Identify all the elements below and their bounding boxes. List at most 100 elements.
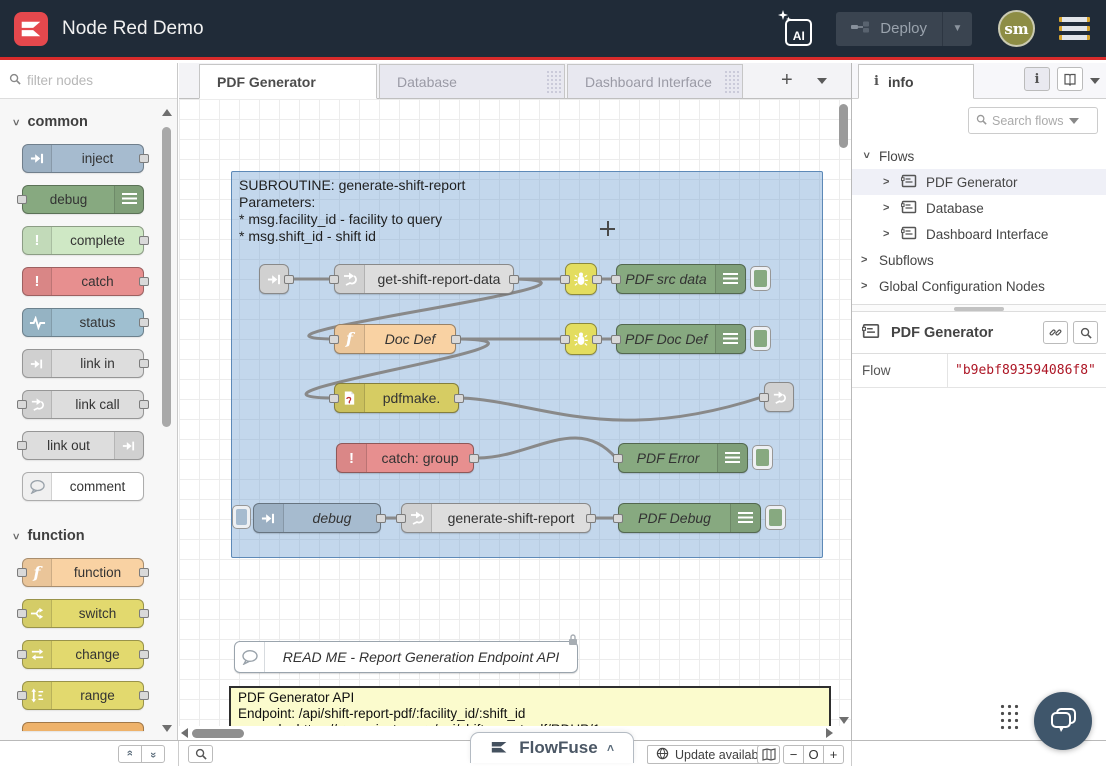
node-pdf-error[interactable]: PDF Error	[618, 443, 748, 473]
node-inject-debug[interactable]: debug	[253, 503, 381, 533]
node-generate-shift-report[interactable]: generate-shift-report	[401, 503, 591, 533]
header: Node Red Demo AI Deploy ▼ sm	[0, 0, 1106, 60]
chevron-right-icon: >	[883, 228, 892, 240]
crosshair-cursor	[600, 221, 615, 236]
palette-node-catch[interactable]: ! catch	[22, 267, 144, 296]
palette-node-link-out[interactable]: link out	[22, 431, 144, 460]
tree-item-subflows[interactable]: > Subflows	[852, 247, 1106, 273]
flow-search-box[interactable]	[968, 107, 1098, 134]
palette-filter	[0, 63, 177, 99]
palette-node-inject[interactable]: inject	[22, 144, 144, 173]
tab-dashboard-interface[interactable]: Dashboard Interface	[567, 64, 743, 99]
debug-toggle-button[interactable]	[750, 326, 771, 351]
node-pdf-src-data[interactable]: PDF src data	[616, 264, 746, 294]
debug-toggle-button[interactable]	[750, 266, 771, 291]
palette-node-template-partial[interactable]	[22, 722, 144, 731]
zoom-search-button[interactable]	[188, 745, 213, 763]
api-note-group[interactable]: PDF Generator API Endpoint: /api/shift-r…	[229, 686, 831, 726]
chevron-right-icon: >	[861, 280, 870, 292]
palette-expand-all-button[interactable]: »	[141, 745, 165, 763]
horizontal-scrollbar-thumb[interactable]	[192, 729, 244, 738]
tab-list-caret[interactable]	[817, 72, 827, 87]
palette-node-switch[interactable]: switch	[22, 599, 144, 628]
node-comment-readme[interactable]: READ ME - Report Generation Endpoint API	[234, 641, 578, 673]
chat-widget-button[interactable]	[1034, 692, 1092, 750]
info-view-button[interactable]: i	[1024, 67, 1050, 91]
copy-link-button[interactable]	[1043, 321, 1068, 344]
search-flow-button[interactable]	[1073, 321, 1098, 344]
search-icon	[9, 73, 21, 88]
tree-item-flows[interactable]: > Flows	[852, 143, 1106, 169]
palette-node-complete[interactable]: ! complete	[22, 226, 144, 255]
main-menu-button[interactable]	[1057, 13, 1092, 44]
palette-section-common[interactable]: > common	[0, 99, 177, 144]
sidebar-options-caret[interactable]	[1090, 72, 1100, 87]
palette-node-comment[interactable]: comment	[22, 472, 144, 501]
tree-item-pdf-generator[interactable]: > PDF Generator	[852, 169, 1106, 195]
inject-icon	[23, 145, 52, 172]
palette-node-link-call[interactable]: link call	[22, 390, 144, 419]
deploy-button[interactable]: Deploy ▼	[836, 12, 972, 46]
link-in-icon	[23, 350, 52, 377]
pulse-icon	[23, 309, 52, 336]
sidebar-splitter[interactable]	[852, 304, 1106, 312]
flowfuse-panel-tab[interactable]: FlowFuse >	[470, 732, 634, 763]
node-pdfmake[interactable]: pdfmake.	[334, 383, 459, 413]
link-call-icon	[402, 504, 432, 532]
palette-filter-input[interactable]	[27, 73, 168, 88]
node-link-in[interactable]	[259, 264, 289, 294]
flow-search-input[interactable]	[992, 114, 1064, 128]
search-options-caret[interactable]	[1069, 118, 1079, 124]
user-avatar[interactable]: sm	[998, 10, 1035, 47]
debug-lines-icon	[730, 504, 760, 532]
tab-info[interactable]: i info	[858, 64, 974, 99]
tree-item-global-configuration-nodes[interactable]: > Global Configuration Nodes	[852, 273, 1106, 299]
inject-button[interactable]	[232, 505, 251, 529]
zoom-reset-button[interactable]: O	[803, 745, 824, 764]
tab-pdf-generator[interactable]: PDF Generator	[199, 64, 377, 99]
palette-node-function[interactable]: f function	[22, 558, 144, 587]
node-pdf-debug[interactable]: PDF Debug	[618, 503, 761, 533]
deploy-options-caret[interactable]: ▼	[942, 12, 972, 46]
navigator-map-button[interactable]	[757, 745, 780, 764]
vertical-scrollbar-thumb[interactable]	[839, 104, 848, 148]
palette-scrollbar-thumb[interactable]	[162, 127, 171, 427]
chevron-right-icon: >	[883, 202, 892, 214]
node-trace-junction-2[interactable]	[565, 323, 597, 355]
chevron-right-icon: >	[861, 254, 870, 266]
lock-icon	[567, 633, 579, 649]
palette-node-status[interactable]: status	[22, 308, 144, 337]
flow-canvas[interactable]: SUBROUTINE: generate-shift-report Parame…	[179, 99, 851, 726]
palette-node-range[interactable]: range	[22, 681, 144, 710]
zoom-in-button[interactable]: +	[823, 745, 844, 764]
help-book-button[interactable]	[1057, 67, 1083, 91]
node-link-out[interactable]	[764, 382, 794, 412]
node-trace-junction-1[interactable]	[565, 263, 597, 295]
node-pdf-doc-def[interactable]: PDF Doc Def	[616, 324, 746, 354]
add-flow-button[interactable]: +	[781, 70, 793, 90]
wire[interactable]	[478, 438, 616, 458]
palette-collapse-all-button[interactable]: »	[118, 745, 142, 763]
node-doc-def[interactable]: f Doc Def	[334, 324, 456, 354]
widget-drag-handle[interactable]	[999, 703, 1020, 732]
switch-icon	[23, 600, 52, 627]
wire[interactable]	[461, 397, 762, 420]
tab-database[interactable]: Database	[379, 64, 565, 99]
palette-scrollbar[interactable]	[162, 103, 172, 734]
canvas-vertical-scrollbar[interactable]	[839, 102, 849, 724]
splitter-grab-handle[interactable]	[954, 307, 1004, 311]
tree-item-database[interactable]: > Database	[852, 195, 1106, 221]
palette-node-change[interactable]: change	[22, 640, 144, 669]
node-get-shift-report-data[interactable]: get-shift-report-data	[334, 264, 514, 294]
zoom-out-button[interactable]: −	[783, 745, 804, 764]
function-icon: f	[23, 559, 52, 586]
deploy-icon	[851, 20, 871, 38]
ai-assistant-button[interactable]: AI	[776, 10, 814, 48]
node-catch-group[interactable]: ! catch: group	[336, 443, 474, 473]
palette-node-link-in[interactable]: link in	[22, 349, 144, 378]
debug-toggle-button[interactable]	[765, 505, 786, 530]
palette-node-debug[interactable]: debug	[22, 185, 144, 214]
tree-item-dashboard-interface[interactable]: > Dashboard Interface	[852, 221, 1106, 247]
debug-toggle-button[interactable]	[752, 445, 773, 470]
palette-section-function[interactable]: > function	[0, 513, 177, 558]
